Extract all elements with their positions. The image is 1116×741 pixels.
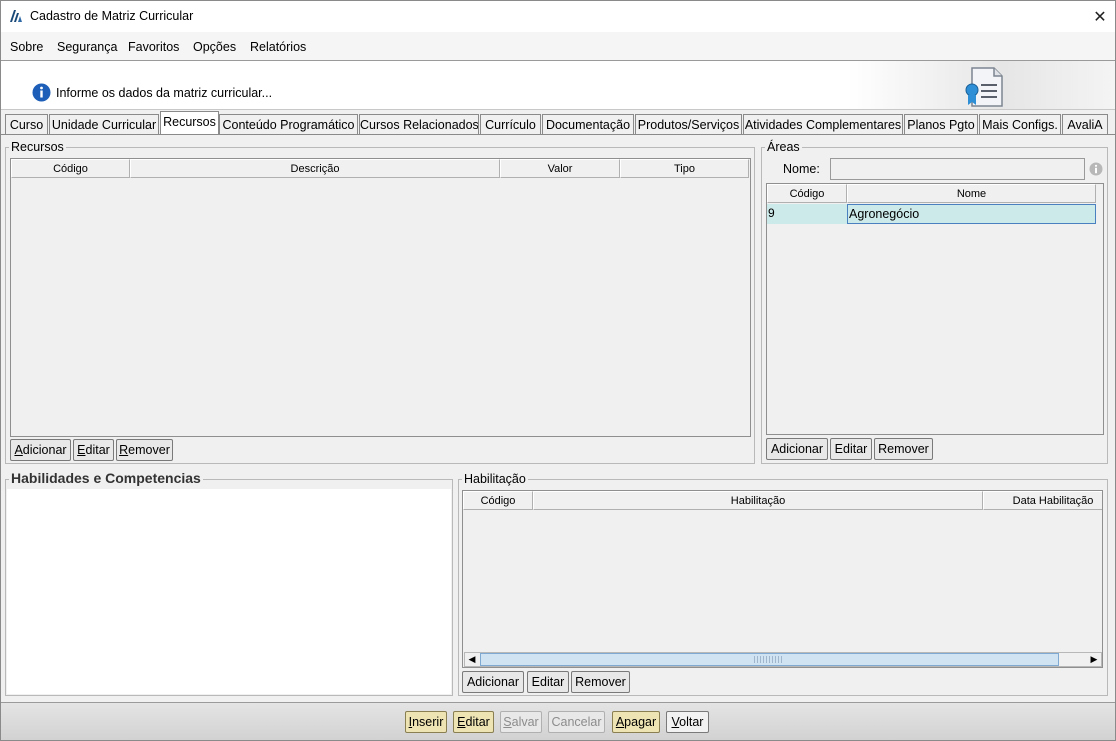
voltar-button[interactable]: Voltar — [666, 711, 709, 733]
habilitacao-table-header: Código Habilitação Data Habilitação — [463, 491, 1102, 510]
areas-table-header: Código Nome — [767, 184, 1096, 203]
tab-divider — [1, 134, 1115, 135]
window-title: Cadastro de Matriz Curricular — [30, 9, 194, 23]
habilitacao-remove-button[interactable]: Remover — [571, 671, 630, 693]
app-logo-icon — [10, 10, 22, 22]
recursos-table[interactable]: Código Descrição Valor Tipo — [10, 158, 751, 437]
menu-sobre[interactable]: Sobre — [10, 40, 43, 54]
tab-planos-pgto[interactable]: Planos Pgto — [904, 114, 978, 134]
recursos-remove-label: emover — [128, 443, 170, 457]
column-codigo[interactable]: Código — [11, 159, 130, 178]
areas-nome-input[interactable] — [830, 158, 1085, 180]
scroll-right-icon[interactable]: ▶ — [1088, 654, 1100, 665]
recursos-edit-button[interactable]: Editar — [73, 439, 114, 461]
habilitacao-group: Habilitação Código Habilitação Data Habi… — [458, 472, 1108, 696]
info-banner: Informe os dados da matriz curricular... — [1, 61, 1115, 110]
areas-remove-button[interactable]: Remover — [874, 438, 933, 460]
tab-cursos-relacionados[interactable]: Cursos Relacionados — [359, 114, 479, 134]
tab-curriculo[interactable]: Currículo — [480, 114, 541, 134]
salvar-label: alvar — [511, 715, 539, 729]
areas-title: Áreas — [765, 140, 802, 154]
habilitacao-table[interactable]: Código Habilitação Data Habilitação ◀ ▶ — [462, 490, 1103, 668]
habilitacao-add-button[interactable]: Adicionar — [462, 671, 524, 693]
menu-bar: Sobre Segurança Favoritos Opções Relatór… — [1, 32, 1115, 61]
menu-seguranca[interactable]: Segurança — [57, 40, 117, 54]
column-descricao[interactable]: Descrição — [130, 159, 500, 178]
salvar-button[interactable]: Salvar — [500, 711, 542, 733]
tab-atividades-complementares[interactable]: Atividades Complementares — [743, 114, 903, 134]
cancelar-button[interactable]: Cancelar — [548, 711, 605, 733]
inserir-button[interactable]: Inserir — [405, 711, 447, 733]
areas-group: Áreas Nome: Código Nome 9 Agronegócio Ad… — [761, 140, 1108, 464]
column-tipo[interactable]: Tipo — [620, 159, 749, 178]
tab-curso[interactable]: Curso — [5, 114, 48, 134]
inserir-label: nserir — [412, 715, 444, 729]
row-nome: Agronegócio — [847, 204, 1096, 224]
column-data-habilitacao[interactable]: Data Habilitação — [983, 491, 1102, 510]
column-valor[interactable]: Valor — [500, 159, 620, 178]
banner-message: Informe os dados da matriz curricular... — [56, 86, 273, 100]
menu-favoritos[interactable]: Favoritos — [128, 40, 179, 54]
tab-mais-configs[interactable]: Mais Configs. — [979, 114, 1061, 134]
editar-label: ditar — [465, 715, 490, 729]
close-icon[interactable]: ✕ — [1085, 1, 1115, 32]
column-habilitacao[interactable]: Habilitação — [533, 491, 983, 510]
areas-edit-button[interactable]: Editar — [830, 438, 872, 460]
tab-documentacao[interactable]: Documentação — [542, 114, 634, 134]
column-codigo[interactable]: Código — [463, 491, 533, 510]
scrollbar-thumb[interactable] — [480, 653, 1059, 666]
editar-button[interactable]: Editar — [453, 711, 494, 733]
recursos-edit-label: ditar — [85, 443, 110, 457]
horizontal-scrollbar[interactable]: ◀ ▶ — [464, 652, 1102, 667]
table-row[interactable]: 9 Agronegócio — [767, 204, 1096, 224]
column-codigo[interactable]: Código — [767, 184, 847, 203]
recursos-remove-button[interactable]: Remover — [116, 439, 173, 461]
habilidades-group: Habilidades e Competencias — [5, 471, 453, 696]
areas-add-button[interactable]: Adicionar — [766, 438, 828, 460]
habilitacao-title: Habilitação — [462, 472, 528, 486]
tab-bar: Curso Unidade Curricular Recursos Conteú… — [1, 110, 1115, 134]
habilidades-title: Habilidades e Competencias — [9, 470, 203, 486]
row-codigo: 9 — [767, 204, 847, 224]
menu-opcoes[interactable]: Opções — [193, 40, 236, 54]
app-window: Cadastro de Matriz Curricular ✕ Sobre Se… — [0, 0, 1116, 741]
apagar-button[interactable]: Apagar — [612, 711, 660, 733]
scrollbar-grip — [754, 656, 784, 663]
voltar-label: oltar — [679, 715, 704, 729]
recursos-group: Recursos Código Descrição Valor Tipo Adi… — [5, 140, 755, 464]
cancelar-label: Cancelar — [551, 715, 602, 729]
recursos-table-header: Código Descrição Valor Tipo — [11, 159, 749, 178]
recursos-title: Recursos — [9, 140, 66, 154]
tab-conteudo-programatico[interactable]: Conteúdo Programático — [219, 114, 358, 134]
tab-avalia[interactable]: AvaliA — [1062, 114, 1108, 134]
habilitacao-edit-button[interactable]: Editar — [527, 671, 569, 693]
footer-toolbar: Inserir Editar Salvar Cancelar Apagar Vo… — [1, 702, 1115, 740]
scroll-left-icon[interactable]: ◀ — [466, 654, 478, 665]
areas-nome-label: Nome: — [783, 162, 820, 176]
areas-table[interactable]: Código Nome 9 Agronegócio — [766, 183, 1104, 435]
title-bar: Cadastro de Matriz Curricular ✕ — [1, 1, 1115, 32]
tab-produtos-servicos[interactable]: Produtos/Serviços — [635, 114, 742, 134]
info-icon — [32, 83, 51, 102]
recursos-add-button[interactable]: Adicionar — [10, 439, 71, 461]
info-circle-icon[interactable] — [1089, 162, 1103, 176]
column-nome[interactable]: Nome — [847, 184, 1096, 203]
menu-relatorios[interactable]: Relatórios — [250, 40, 306, 54]
certificate-icon — [965, 67, 1003, 107]
habilidades-text-area[interactable] — [7, 489, 451, 694]
tab-unidade-curricular[interactable]: Unidade Curricular — [49, 114, 159, 134]
tab-recursos[interactable]: Recursos — [160, 111, 219, 134]
recursos-add-label: dicionar — [22, 443, 67, 457]
apagar-label: pagar — [624, 715, 657, 729]
